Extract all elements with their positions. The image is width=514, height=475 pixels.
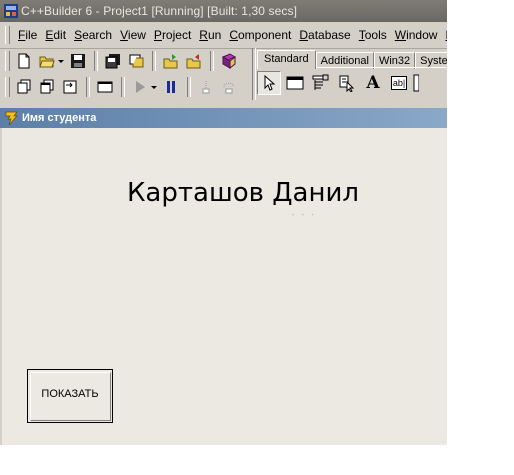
toolbar-separator xyxy=(210,51,214,71)
save-button[interactable] xyxy=(67,50,89,72)
frame-component-icon xyxy=(286,76,304,90)
popup-menu-component-button[interactable] xyxy=(335,71,359,95)
remove-from-project-button[interactable] xyxy=(183,50,205,72)
menu-project[interactable]: Project xyxy=(149,22,194,48)
popup-menu-component-icon xyxy=(339,75,355,92)
menu-file[interactable]: File xyxy=(13,22,40,48)
menu-bar-grip[interactable] xyxy=(5,26,10,44)
toolbar-separator xyxy=(94,51,98,71)
form-caption: Имя студента xyxy=(22,112,97,124)
main-menu-component-icon xyxy=(312,74,329,90)
run-button[interactable] xyxy=(129,76,151,98)
toggle-form-unit-button[interactable] xyxy=(59,76,81,98)
form-title-bar[interactable]: Имя студента xyxy=(0,108,447,128)
toolbar-separator xyxy=(121,77,125,97)
open-project-icon xyxy=(129,54,144,68)
save-all-icon xyxy=(105,54,120,69)
trace-into-icon xyxy=(202,81,210,94)
label-selection-dots: • • • xyxy=(292,213,317,219)
remove-from-project-icon xyxy=(186,54,201,69)
edit-component-icon: ab| xyxy=(390,76,408,90)
help-book-icon xyxy=(221,53,237,69)
menu-bar: File Edit Search View Project Run Compon… xyxy=(0,22,447,49)
tab-standard[interactable]: Standard xyxy=(257,50,316,69)
form-client-area: Карташов Данил • • • ПОКАЗАТЬ xyxy=(2,128,447,445)
open-project-button[interactable] xyxy=(125,50,147,72)
menu-tools[interactable]: Tools xyxy=(354,22,390,48)
ide-title-bar[interactable]: C++Builder 6 - Project1 [Running] [Built… xyxy=(0,0,447,22)
toolbar-grip[interactable] xyxy=(5,51,10,71)
student-name-label: Карташов Данил xyxy=(126,178,359,208)
standard-toolbar xyxy=(0,48,250,74)
menu-window[interactable]: Window xyxy=(390,22,441,48)
open-folder-icon xyxy=(39,56,55,68)
pause-icon xyxy=(167,81,175,93)
memo-component-icon xyxy=(413,74,419,92)
trace-into-button[interactable] xyxy=(195,76,217,98)
view-unit-button[interactable] xyxy=(13,76,35,98)
view-debug-toolbar xyxy=(0,74,250,100)
view-form-icon xyxy=(40,79,54,94)
label-component-icon: A xyxy=(366,73,380,93)
menu-edit[interactable]: Edit xyxy=(40,22,69,48)
step-over-icon xyxy=(223,82,235,94)
step-over-button[interactable] xyxy=(218,76,240,98)
ide-title: C++Builder 6 - Project1 [Running] [Built… xyxy=(21,4,298,18)
show-button-label: ПОКАЗАТЬ xyxy=(41,388,99,400)
builder-app-icon xyxy=(5,111,18,126)
main-menu-component-button[interactable] xyxy=(309,71,333,95)
save-disk-icon xyxy=(71,54,85,68)
new-form-icon xyxy=(97,81,113,93)
add-to-project-icon xyxy=(163,54,178,69)
frames-component-button[interactable] xyxy=(283,71,307,95)
pointer-tool-button[interactable] xyxy=(257,71,281,95)
menu-help[interactable]: He xyxy=(440,22,447,48)
show-button[interactable]: ПОКАЗАТЬ xyxy=(27,369,113,423)
run-play-icon xyxy=(136,81,145,93)
menu-view[interactable]: View xyxy=(115,22,149,48)
cpp-builder-icon xyxy=(4,4,18,18)
new-file-icon xyxy=(18,53,30,69)
open-button[interactable] xyxy=(36,50,58,72)
menu-search[interactable]: Search xyxy=(69,22,115,48)
open-dropdown-arrow-icon[interactable] xyxy=(58,59,64,63)
pause-button[interactable] xyxy=(160,76,182,98)
toggle-form-unit-icon xyxy=(63,80,77,94)
palette-divider[interactable] xyxy=(252,48,256,100)
menu-database[interactable]: Database xyxy=(294,22,353,48)
menu-component[interactable]: Component xyxy=(224,22,294,48)
view-form-button[interactable] xyxy=(36,76,58,98)
label-component-button[interactable]: A xyxy=(361,71,385,95)
view-unit-icon xyxy=(17,79,31,94)
ide-window: C++Builder 6 - Project1 [Running] [Built… xyxy=(0,0,447,445)
new-form-button[interactable] xyxy=(94,76,116,98)
help-contents-button[interactable] xyxy=(218,50,240,72)
save-all-button[interactable] xyxy=(102,50,124,72)
add-to-project-button[interactable] xyxy=(160,50,182,72)
menu-run[interactable]: Run xyxy=(194,22,224,48)
pointer-arrow-icon xyxy=(264,75,276,91)
toolbar-separator xyxy=(187,77,191,97)
component-palette: Standard Additional Win32 System A ab| xyxy=(252,48,447,100)
toolbar-separator xyxy=(86,77,90,97)
edit-component-button[interactable]: ab| xyxy=(387,71,411,95)
run-dropdown-arrow-icon[interactable] xyxy=(151,85,157,89)
toolbar-grip[interactable] xyxy=(5,77,10,97)
toolbar-separator xyxy=(152,51,156,71)
new-button[interactable] xyxy=(13,50,35,72)
memo-component-button[interactable] xyxy=(413,71,419,95)
